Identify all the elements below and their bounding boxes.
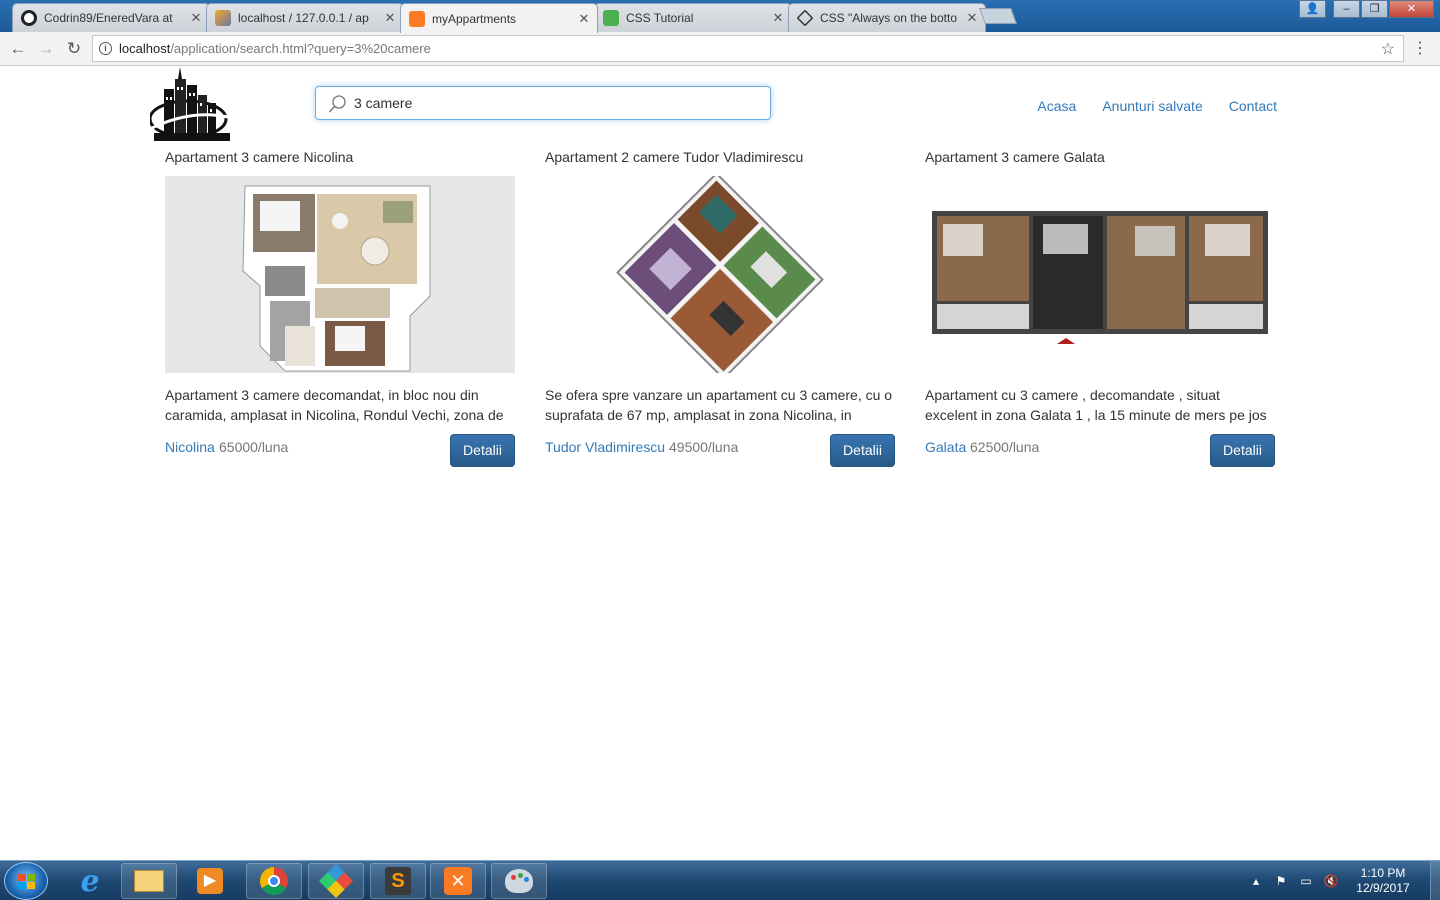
info-icon[interactable]: i bbox=[99, 42, 112, 55]
floorplan-image[interactable] bbox=[165, 176, 515, 373]
listing-card: Apartament 2 camere Tudor Vladimirescu S… bbox=[545, 149, 895, 475]
close-icon[interactable]: ✕ bbox=[383, 10, 397, 26]
listing-footer: Galata 62500/luna Detalii bbox=[925, 434, 1275, 475]
profile-icon[interactable]: 👤 bbox=[1299, 0, 1326, 18]
listing-description: Apartament cu 3 camere , decomandate , s… bbox=[925, 387, 1267, 423]
listing-footer: Nicolina 65000/luna Detalii bbox=[165, 434, 515, 475]
main-nav: Acasa Anunturi salvate Contact bbox=[1037, 98, 1277, 114]
w3schools-icon bbox=[603, 10, 619, 26]
tab-title: Codrin89/EneredVara at bbox=[44, 11, 173, 25]
listing-title[interactable]: Apartament 3 camere Nicolina bbox=[165, 149, 515, 169]
clock[interactable]: 1:10 PM 12/9/2017 bbox=[1348, 866, 1418, 896]
details-button[interactable]: Detalii bbox=[1210, 434, 1275, 467]
tab-myappartments[interactable]: myAppartments ✕ bbox=[400, 3, 598, 33]
city-buildings-logo[interactable] bbox=[150, 67, 232, 147]
bookmark-star-icon[interactable]: ☆ bbox=[1381, 37, 1395, 62]
tab-github[interactable]: Codrin89/EneredVara at ✕ bbox=[12, 3, 210, 32]
media-player-icon[interactable]: ▶ bbox=[182, 863, 238, 899]
maximize-button[interactable]: ❐ bbox=[1361, 0, 1388, 18]
url-host: localhost bbox=[119, 41, 171, 56]
close-icon[interactable]: ✕ bbox=[965, 10, 979, 26]
back-arrow-icon[interactable]: ← bbox=[6, 37, 30, 61]
sublime-text-icon[interactable]: S bbox=[370, 863, 426, 899]
floorplan-image[interactable] bbox=[545, 172, 895, 380]
listing-location-link[interactable]: Tudor Vladimirescu bbox=[545, 439, 665, 455]
listing-price: 62500/luna bbox=[970, 439, 1040, 455]
page-content: Acasa Anunturi salvate Contact Apartamen… bbox=[0, 67, 1440, 859]
windows-taskbar: e ▶ S ✕ ▴ ⚑ ▭ 🔇 1:10 PM 12/9/2017 bbox=[0, 860, 1440, 900]
clock-date: 12/9/2017 bbox=[1356, 881, 1410, 895]
close-icon[interactable]: ✕ bbox=[189, 10, 203, 26]
details-button[interactable]: Detalii bbox=[450, 434, 515, 467]
clock-time: 1:10 PM bbox=[1360, 866, 1406, 880]
nav-contact-link[interactable]: Contact bbox=[1229, 98, 1277, 114]
tab-title: myAppartments bbox=[432, 11, 517, 26]
listing-footer: Tudor Vladimirescu 49500/luna Detalii bbox=[545, 434, 895, 475]
browser-menu-icon[interactable]: ⋮ bbox=[1412, 38, 1428, 58]
tab-title: CSS "Always on the botto bbox=[820, 11, 957, 25]
listing-description: Se ofera spre vanzare un apartament cu 3… bbox=[545, 387, 893, 423]
window-controls: 👤 – ❐ ✕ bbox=[1298, 0, 1434, 18]
listing-price: 65000/luna bbox=[219, 439, 289, 455]
show-hidden-icons-icon[interactable]: ▴ bbox=[1248, 874, 1264, 888]
volume-muted-icon[interactable]: 🔇 bbox=[1323, 874, 1339, 888]
nav-home-link[interactable]: Acasa bbox=[1037, 98, 1076, 114]
close-icon[interactable]: ✕ bbox=[577, 11, 591, 27]
browser-toolbar: ← → ↻ i localhost/application/search.htm… bbox=[0, 32, 1440, 66]
browser-tab-strip: Codrin89/EneredVara at ✕ localhost / 127… bbox=[0, 0, 1440, 33]
close-window-button[interactable]: ✕ bbox=[1389, 0, 1434, 18]
listing-description: Apartament 3 camere decomandat, in bloc … bbox=[165, 387, 504, 423]
listing-location-link[interactable]: Nicolina bbox=[165, 439, 215, 455]
minimize-button[interactable]: – bbox=[1333, 0, 1360, 18]
details-button[interactable]: Detalii bbox=[830, 434, 895, 467]
tab-css-tutorial[interactable]: CSS Tutorial ✕ bbox=[594, 3, 792, 32]
action-center-flag-icon[interactable]: ⚑ bbox=[1273, 874, 1289, 888]
listing-card: Apartament 3 camere Nicolina Apartament … bbox=[165, 149, 515, 475]
network-icon[interactable]: ▭ bbox=[1298, 874, 1314, 888]
forward-arrow-icon[interactable]: → bbox=[34, 37, 58, 61]
chrome-icon[interactable] bbox=[246, 863, 302, 899]
tab-phpmyadmin[interactable]: localhost / 127.0.0.1 / ap ✕ bbox=[206, 3, 404, 32]
listing-price: 49500/luna bbox=[669, 439, 739, 455]
url-path: /application/search.html?query=3%20camer… bbox=[170, 41, 431, 56]
windows-logo-icon bbox=[18, 874, 35, 889]
floorplan-image[interactable] bbox=[925, 176, 1275, 373]
reload-icon[interactable]: ↻ bbox=[62, 37, 86, 61]
tab-codepen[interactable]: CSS "Always on the botto ✕ bbox=[788, 3, 986, 32]
file-explorer-icon[interactable] bbox=[121, 863, 177, 899]
start-button[interactable] bbox=[4, 862, 48, 900]
show-desktop-button[interactable] bbox=[1430, 861, 1440, 900]
search-icon bbox=[328, 95, 346, 113]
xampp-icon bbox=[409, 10, 425, 27]
listing-location-link[interactable]: Galata bbox=[925, 439, 966, 455]
phpmyadmin-icon bbox=[215, 10, 231, 26]
new-tab-button[interactable] bbox=[979, 8, 1017, 24]
system-tray: ▴ ⚑ ▭ 🔇 1:10 PM 12/9/2017 bbox=[1248, 861, 1440, 900]
search-box[interactable] bbox=[315, 86, 771, 120]
close-icon[interactable]: ✕ bbox=[771, 10, 785, 26]
search-input[interactable] bbox=[354, 87, 754, 119]
listing-card: Apartament 3 camere Galata Apartament cu… bbox=[925, 149, 1275, 475]
xampp-control-icon[interactable]: ✕ bbox=[430, 863, 486, 899]
codepen-icon bbox=[796, 9, 814, 27]
listing-title[interactable]: Apartament 3 camere Galata bbox=[925, 149, 1275, 169]
address-bar[interactable]: i localhost/application/search.html?quer… bbox=[92, 35, 1404, 62]
tab-title: localhost / 127.0.0.1 / ap bbox=[238, 11, 369, 25]
nav-saved-link[interactable]: Anunturi salvate bbox=[1102, 98, 1202, 114]
github-icon bbox=[21, 10, 37, 26]
paint-icon[interactable] bbox=[491, 863, 547, 899]
internet-explorer-icon[interactable]: e bbox=[62, 863, 118, 899]
listing-title[interactable]: Apartament 2 camere Tudor Vladimirescu bbox=[545, 149, 895, 169]
app-launcher-icon[interactable] bbox=[308, 863, 364, 899]
tab-title: CSS Tutorial bbox=[626, 11, 694, 25]
